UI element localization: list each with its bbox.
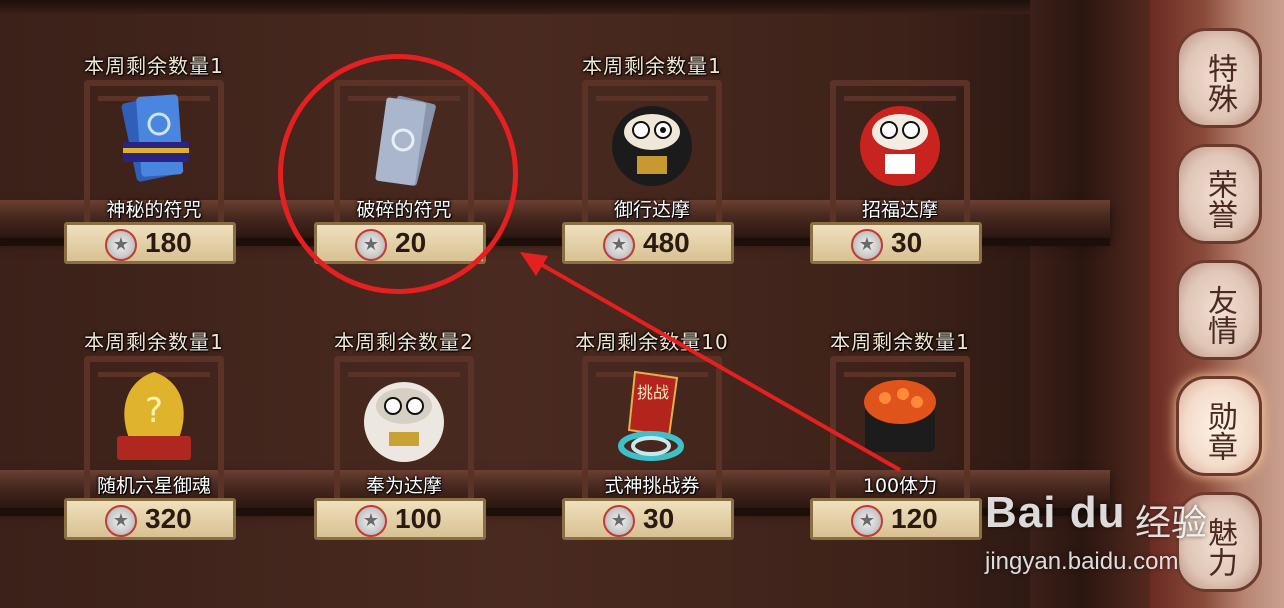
watermark-logo: Bai du	[985, 488, 1126, 537]
watermark-url: jingyan.baidu.com	[985, 548, 1179, 575]
watermark-cn: 经验	[1135, 503, 1208, 544]
baidu-watermark: Bai du 经验 jingyan.baidu.com	[985, 488, 1275, 598]
